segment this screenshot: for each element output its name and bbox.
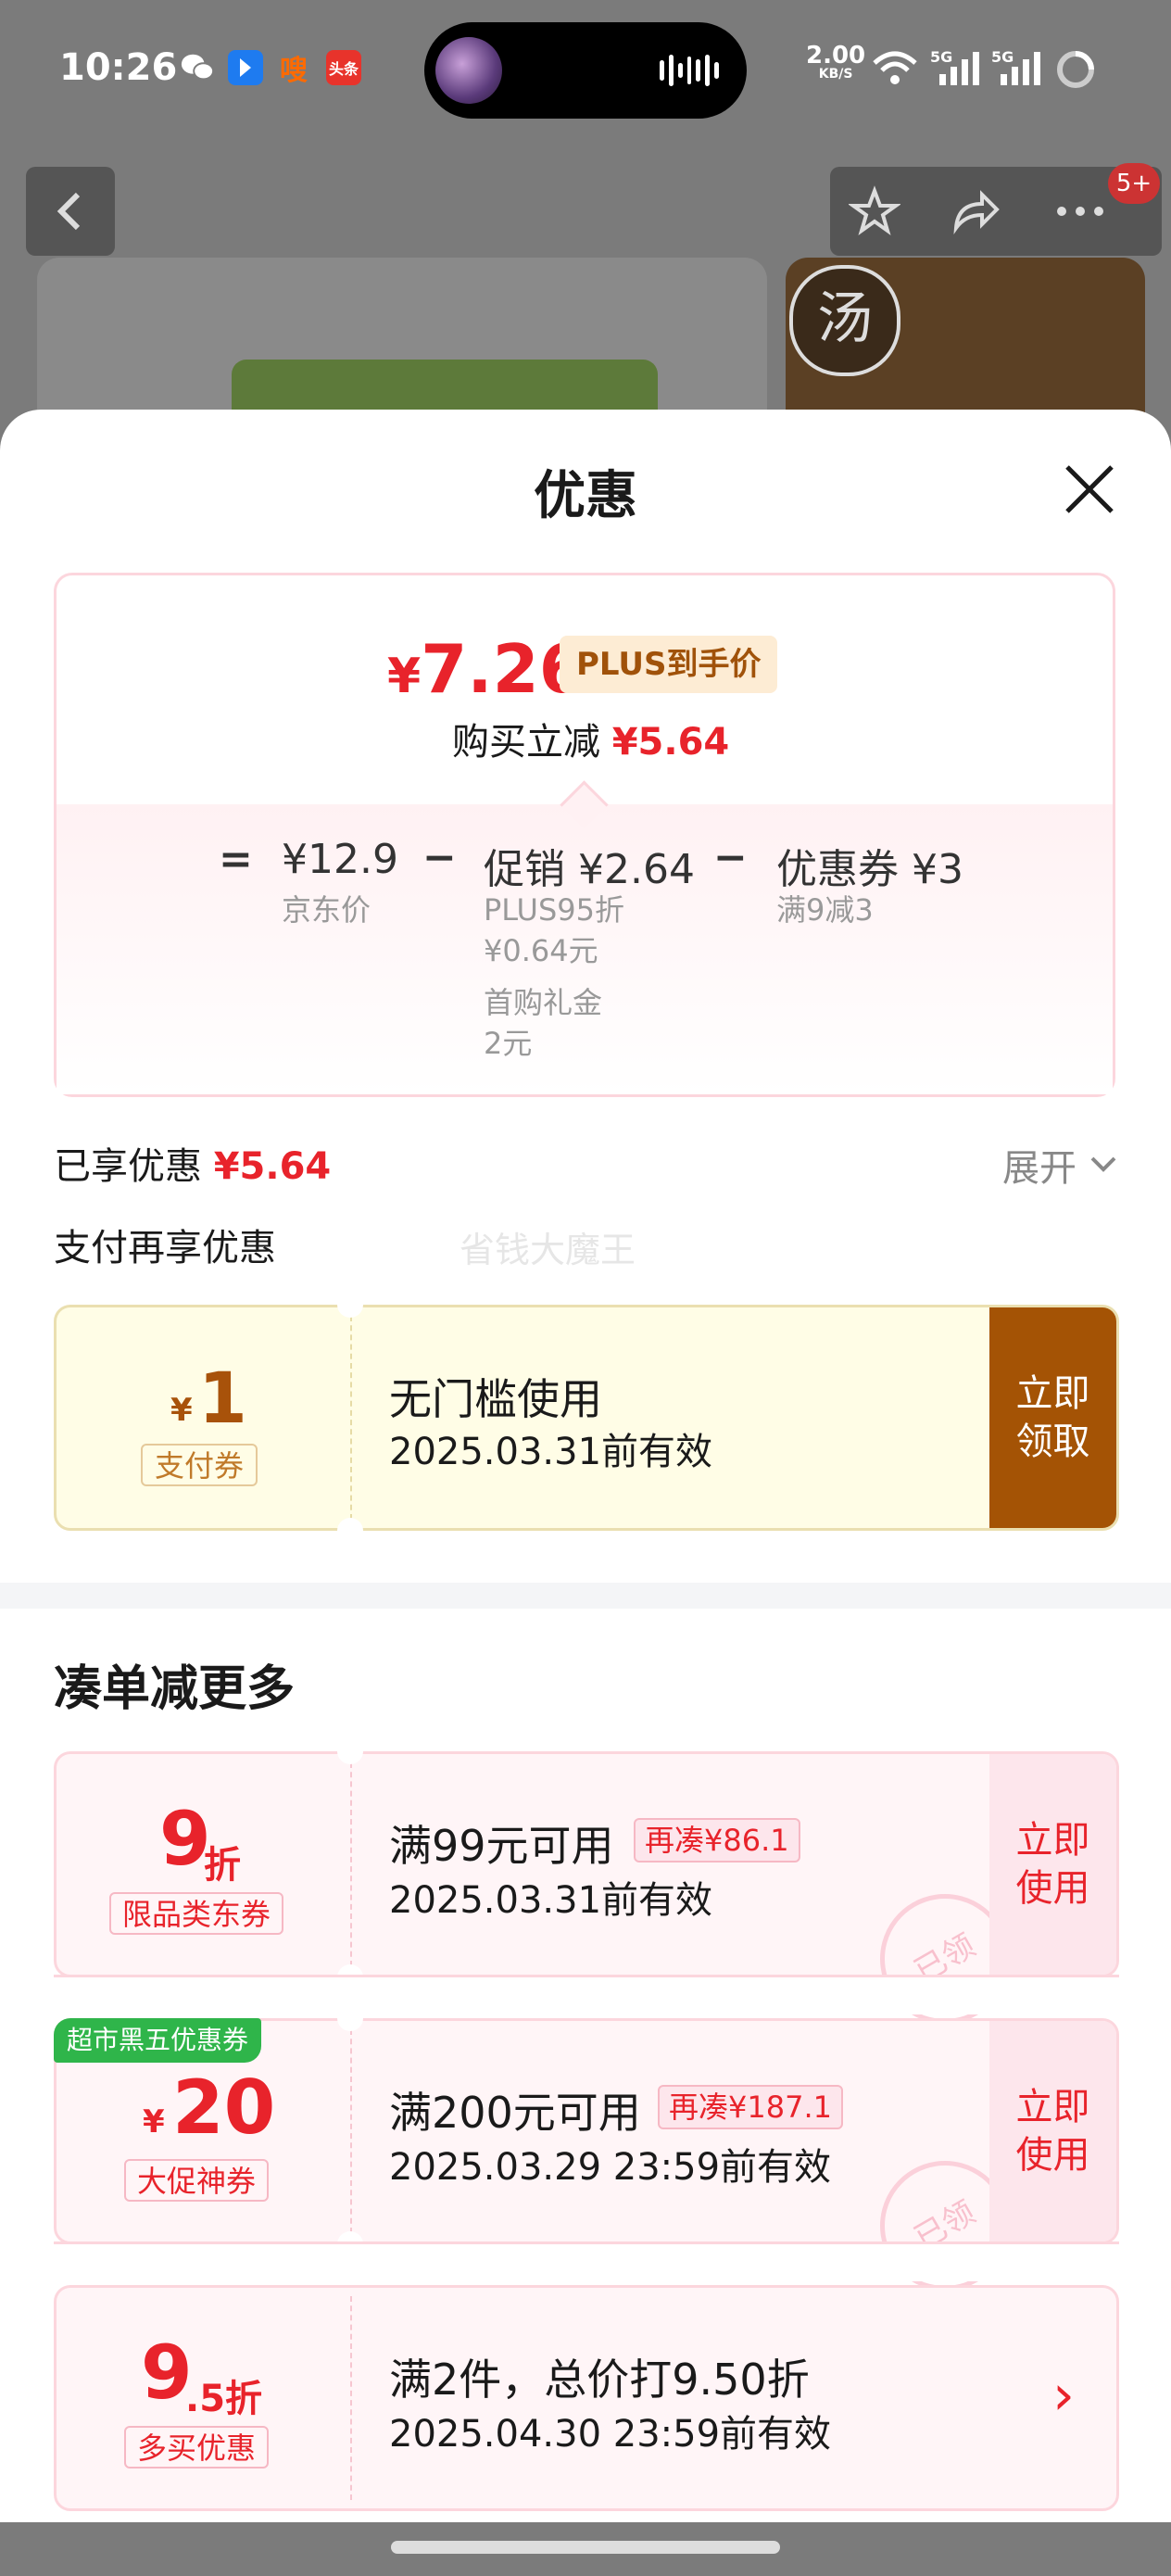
coupon-notch [337,1518,363,1544]
use-button-line1: 立即 [1015,2086,1090,2128]
minus-sign: − [422,834,457,881]
use-button-line1: 立即 [1015,1819,1090,1862]
signal-1-icon: 5G [930,48,984,91]
back-button[interactable] [26,167,115,256]
jd-price-label: 京东价 [282,892,371,928]
coupon-divider [350,1316,352,1520]
now-playing-avatar [435,37,502,104]
promo-sub-gift-value: 2元 [484,1026,533,1061]
status-time: 10:26 [59,46,178,89]
net-speed: 2.00 KB/S [806,42,866,82]
wechat-icon [180,50,215,85]
use-button[interactable]: 立即 使用 [989,1754,1116,1975]
close-icon[interactable] [1064,463,1115,515]
coupon-clip [54,1977,1119,2014]
sheet-title: 优惠 [534,466,637,526]
coupon-type-tag: 多买优惠 [124,2426,270,2469]
coupon-discount-unit: 折 [204,1844,241,1887]
coupon-divider [350,2029,352,2233]
signal-2-icon: 5G [991,48,1045,91]
jd-price: ¥12.9 [282,836,398,883]
minus-sign: − [713,834,748,881]
use-button-line2: 使用 [1015,2134,1090,2177]
coupon-notch [337,1292,363,1318]
coupon-divider [350,1762,352,1966]
more-icon[interactable] [1052,202,1108,221]
brand-logo: 汤 [789,265,900,376]
pay-coupon-title: 无门槛使用 [389,1374,602,1424]
section-title: 凑单减更多 [54,1661,296,1717]
use-button-line2: 使用 [1015,1867,1090,1910]
coupon-divider [350,2296,352,2500]
chevron-down-icon[interactable] [1089,1155,1117,1173]
promo-sub-gift: 首购礼金 [484,985,603,1020]
coupon-date: 2025.03.31前有效 [389,1879,713,1922]
coupon-amount: 20 [172,2065,276,2151]
coupon-notch [337,2005,363,2031]
promo-amount: 促销 ¥2.64 [484,846,695,893]
pay-coupon-yen: ¥ [170,1392,193,1429]
plus-price-tag: PLUS到手价 [560,636,778,693]
wifi-icon [871,50,919,91]
pay-coupon-amount: 1 [198,1357,247,1439]
battery-icon [1054,48,1097,95]
coupon-type-tag: 大促神券 [124,2159,270,2202]
share-icon[interactable] [949,185,1001,237]
coupon-notch [337,1738,363,1764]
add-more-tag: 再凑¥86.1 [634,1818,800,1863]
coupon-condition: 满9减3 [776,892,874,928]
equals-sign: = [219,836,253,883]
final-price: ¥7.26 [387,630,586,708]
app-orange-icon: 嗖 [280,55,308,87]
chevron-right-icon[interactable]: › [1052,2363,1075,2428]
add-more-tag: 再凑¥187.1 [658,2085,843,2129]
coupon-date: 2025.03.29 23:59前有效 [389,2146,832,2189]
coupon-condition: 满2件，总价打9.50折 [389,2355,810,2405]
toutiao-icon: 头条 [326,50,361,85]
coupon-yen: ¥ [143,2103,165,2140]
enjoyed-discount: 已享优惠 ¥5.64 [54,1145,332,1188]
coupon-condition: 满99元可用 [389,1821,614,1871]
audio-wave-icon [660,54,720,87]
promo-sub-plus-value: ¥0.64元 [484,933,598,968]
coupon-clip [54,2244,1119,2281]
pay-coupon-tag: 支付券 [141,1444,258,1486]
section-gap [0,1583,1171,1609]
app-blue-icon [228,50,263,85]
coupon-type-tag: 限品类东券 [109,1892,284,1935]
pay-coupon-date: 2025.03.31前有效 [389,1431,713,1473]
watermark-text: 省钱大魔王 [460,1230,636,1270]
home-indicator[interactable] [391,2541,780,2554]
expand-button[interactable]: 展开 [1002,1138,1077,1192]
coupon-date: 2025.04.30 23:59前有效 [389,2413,832,2456]
claim-button[interactable]: 立即 领取 [989,1307,1116,1528]
message-badge: 5+ [1108,163,1160,204]
coupon-discount-unit: .5折 [185,2378,263,2420]
coupon-condition: 满200元可用 [389,2088,641,2138]
promo-sub-plus: PLUS95折 [484,892,624,928]
coupon-amount: 优惠券 ¥3 [776,846,963,893]
supermarket-badge: 超市黑五优惠券 [54,2018,262,2063]
pay-more-label: 支付再享优惠 [54,1227,276,1269]
use-button[interactable]: 立即 使用 [989,2021,1116,2241]
claim-button-line2: 领取 [1015,1421,1090,1463]
claim-button-line1: 立即 [1015,1372,1090,1415]
star-icon[interactable] [849,185,900,237]
instant-discount: 购买立减 ¥5.64 [452,721,730,764]
